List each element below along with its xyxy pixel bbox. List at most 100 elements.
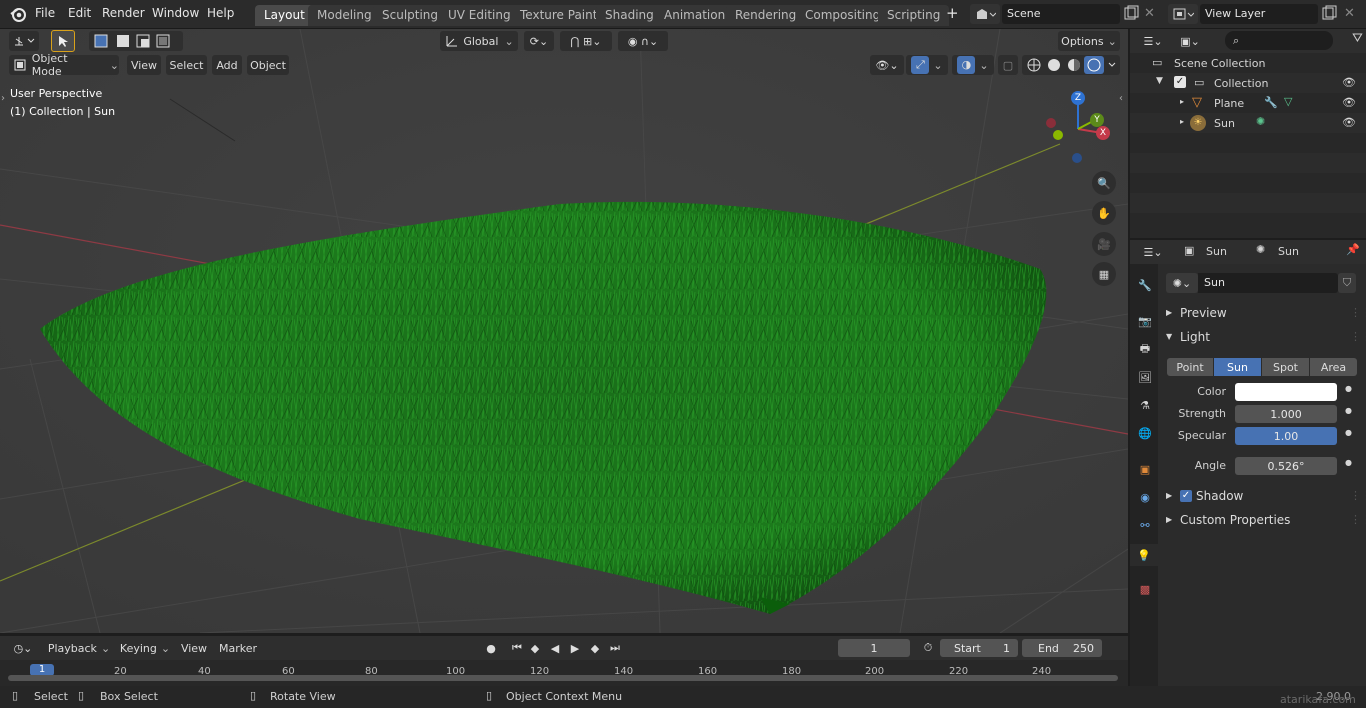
modifier-wrench-icon[interactable]: 🔧 bbox=[1264, 96, 1278, 109]
zoom-view-button[interactable]: 🔍 bbox=[1092, 171, 1116, 195]
pin-icon[interactable]: 📌 bbox=[1346, 243, 1360, 256]
timeline-scrollbar[interactable] bbox=[8, 675, 1118, 681]
outliner-search-input[interactable]: ⌕ bbox=[1225, 31, 1333, 50]
tab-view-layer[interactable]: 🖼 bbox=[1134, 366, 1156, 388]
keyframe-dot-icon[interactable]: ● bbox=[1345, 428, 1352, 437]
outliner-item-sun[interactable]: ▸ ☀ Sun ✺ 👁 bbox=[1130, 113, 1366, 133]
display-mode-button[interactable]: ▣⌄ bbox=[1175, 31, 1205, 51]
outliner-item-plane[interactable]: ▸ ▽ Plane 🔧 ▽ 👁 bbox=[1130, 93, 1366, 113]
close-scene-icon[interactable]: ✕ bbox=[1144, 6, 1158, 21]
light-type-point[interactable]: Point bbox=[1167, 358, 1213, 376]
panel-custom-properties[interactable]: ▶ Custom Properties ⋮⋮ bbox=[1166, 511, 1366, 531]
light-datablock-name[interactable]: Sun bbox=[1198, 273, 1338, 293]
gizmo-z-axis[interactable]: Z bbox=[1071, 91, 1085, 105]
camera-view-button[interactable]: 🎥 bbox=[1092, 232, 1116, 256]
play-button[interactable]: ▶ bbox=[565, 638, 585, 658]
tab-compositing[interactable]: Compositing bbox=[796, 5, 890, 26]
menu-render[interactable]: Render bbox=[102, 6, 145, 20]
panel-preview[interactable]: ▶ Preview ⋮⋮ bbox=[1166, 304, 1366, 324]
close-view-layer-icon[interactable]: ✕ bbox=[1344, 6, 1358, 21]
panel-shadow[interactable]: ▶ ✓ Shadow ⋮⋮ bbox=[1166, 487, 1366, 507]
tab-constraints[interactable]: ⚯ bbox=[1134, 514, 1156, 536]
toolbar-toggle-icon[interactable]: › bbox=[1, 93, 5, 104]
eye-icon[interactable]: 👁 bbox=[1342, 96, 1356, 109]
mode-dropdown[interactable]: Object Mode ⌄ bbox=[9, 52, 119, 78]
new-view-layer-icon[interactable] bbox=[1320, 4, 1338, 24]
blender-logo-icon[interactable] bbox=[9, 5, 27, 23]
drag-handle-icon[interactable]: ⋮⋮ bbox=[1350, 330, 1366, 343]
angle-field[interactable]: 0.526° bbox=[1235, 457, 1337, 475]
add-workspace-button[interactable]: + bbox=[946, 4, 959, 22]
orientation-dropdown[interactable]: Global ⌄ bbox=[440, 31, 518, 51]
xray-toggle[interactable]: ▢ bbox=[998, 55, 1018, 75]
strength-field[interactable]: 1.000 bbox=[1235, 405, 1337, 423]
select-tool-button[interactable] bbox=[51, 30, 75, 52]
keyframe-dot-icon[interactable]: ● bbox=[1345, 384, 1352, 393]
light-type-spot[interactable]: Spot bbox=[1262, 358, 1309, 376]
menu-marker[interactable]: Marker bbox=[216, 638, 260, 658]
eye-icon[interactable]: 👁 bbox=[1342, 76, 1356, 89]
menu-object[interactable]: Object bbox=[247, 55, 289, 75]
panel-light[interactable]: ▼ Light ⋮⋮ bbox=[1166, 328, 1366, 348]
menu-edit[interactable]: Edit bbox=[68, 6, 91, 20]
keyframe-dot-icon[interactable]: ● bbox=[1345, 406, 1352, 415]
gizmo-y-axis[interactable]: Y bbox=[1090, 113, 1104, 127]
properties-editor-type-button[interactable]: ☰⌄ bbox=[1138, 242, 1168, 262]
outliner-collection[interactable]: ▼ ✓ ▭ Collection 👁 bbox=[1130, 73, 1366, 93]
start-frame-field[interactable]: Start 1 bbox=[940, 639, 1018, 657]
tab-scene[interactable]: ⚗ bbox=[1134, 394, 1156, 416]
preview-range-button[interactable]: ⏱ bbox=[918, 638, 938, 658]
end-frame-field[interactable]: End 250 bbox=[1022, 639, 1102, 657]
tab-rendering[interactable]: Rendering bbox=[726, 5, 806, 26]
timeline-editor-type-button[interactable]: ◷⌄ bbox=[8, 638, 38, 658]
view-layer-name-field[interactable]: View Layer bbox=[1200, 4, 1318, 24]
light-datablock-browse[interactable]: ✺⌄ bbox=[1166, 273, 1198, 293]
menu-select[interactable]: Select bbox=[166, 55, 207, 75]
light-type-sun[interactable]: Sun bbox=[1214, 358, 1261, 376]
options-dropdown[interactable]: Options ⌄ bbox=[1058, 31, 1120, 51]
editor-type-button[interactable] bbox=[9, 31, 39, 51]
scene-name-field[interactable]: Scene bbox=[1002, 4, 1120, 24]
menu-view[interactable]: View bbox=[178, 638, 210, 658]
expand-arrow-icon[interactable]: ▸ bbox=[1180, 97, 1184, 106]
playback-dropdown[interactable]: Playback ⌄ bbox=[44, 638, 114, 658]
tab-texture[interactable]: ▩ bbox=[1134, 578, 1156, 600]
view-layer-selector-button[interactable] bbox=[1168, 4, 1198, 24]
tab-world[interactable]: 🌐 bbox=[1134, 422, 1156, 444]
tab-layout[interactable]: Layout bbox=[255, 5, 314, 26]
scene-selector-button[interactable] bbox=[970, 4, 1000, 24]
shading-mode-group[interactable] bbox=[1022, 55, 1120, 75]
play-reverse-button[interactable]: ◀ bbox=[545, 638, 565, 658]
jump-start-button[interactable]: ⏮ bbox=[507, 638, 527, 658]
tab-sculpting[interactable]: Sculpting bbox=[373, 5, 448, 26]
mesh-data-icon[interactable]: ▽ bbox=[1284, 95, 1292, 108]
overlays-toggle[interactable]: ◑ ⌄ bbox=[952, 55, 994, 75]
menu-help[interactable]: Help bbox=[207, 6, 234, 20]
light-type-area[interactable]: Area bbox=[1310, 358, 1357, 376]
tab-physics[interactable]: ◉ bbox=[1134, 486, 1156, 508]
snap-button[interactable]: ⋂ ⊞⌄ bbox=[560, 31, 612, 51]
sun-light-data-icon[interactable]: ✺ bbox=[1256, 115, 1265, 128]
chevron-down-icon[interactable]: ▼ bbox=[1156, 76, 1163, 86]
gizmo-x-axis[interactable]: X bbox=[1096, 126, 1110, 140]
toggle-perspective-button[interactable]: ▦ bbox=[1092, 262, 1116, 286]
tab-output[interactable]: 🖶 bbox=[1134, 338, 1156, 360]
collection-checkbox[interactable]: ✓ bbox=[1174, 76, 1186, 88]
tab-render[interactable]: 📷 bbox=[1134, 310, 1156, 332]
drag-handle-icon[interactable]: ⋮⋮ bbox=[1350, 306, 1366, 319]
outliner-scene-collection[interactable]: ▭ Scene Collection bbox=[1130, 53, 1366, 73]
visibility-dropdown[interactable]: 👁⌄ bbox=[870, 55, 904, 75]
tab-modeling[interactable]: Modeling bbox=[308, 5, 381, 26]
tab-scripting[interactable]: Scripting bbox=[878, 5, 950, 26]
tab-animation[interactable]: Animation bbox=[655, 5, 735, 26]
record-button[interactable]: ● bbox=[481, 638, 501, 658]
tab-object[interactable]: ▣ bbox=[1134, 458, 1156, 480]
pivot-point-button[interactable]: ⟳⌄ bbox=[524, 31, 554, 51]
light-color-swatch[interactable] bbox=[1235, 383, 1337, 401]
gizmo-toggle[interactable]: ⤢ ⌄ bbox=[906, 55, 948, 75]
filter-icon[interactable]: ⛛ bbox=[1352, 31, 1363, 46]
prev-keyframe-button[interactable]: ◆ bbox=[525, 638, 545, 658]
menu-file[interactable]: File bbox=[35, 6, 55, 20]
keying-dropdown[interactable]: Keying ⌄ bbox=[116, 638, 174, 658]
3d-viewport[interactable]: Global ⌄ ⟳⌄ ⋂ ⊞⌄ ◉ ∩⌄ Options ⌄ Object M… bbox=[0, 29, 1128, 633]
